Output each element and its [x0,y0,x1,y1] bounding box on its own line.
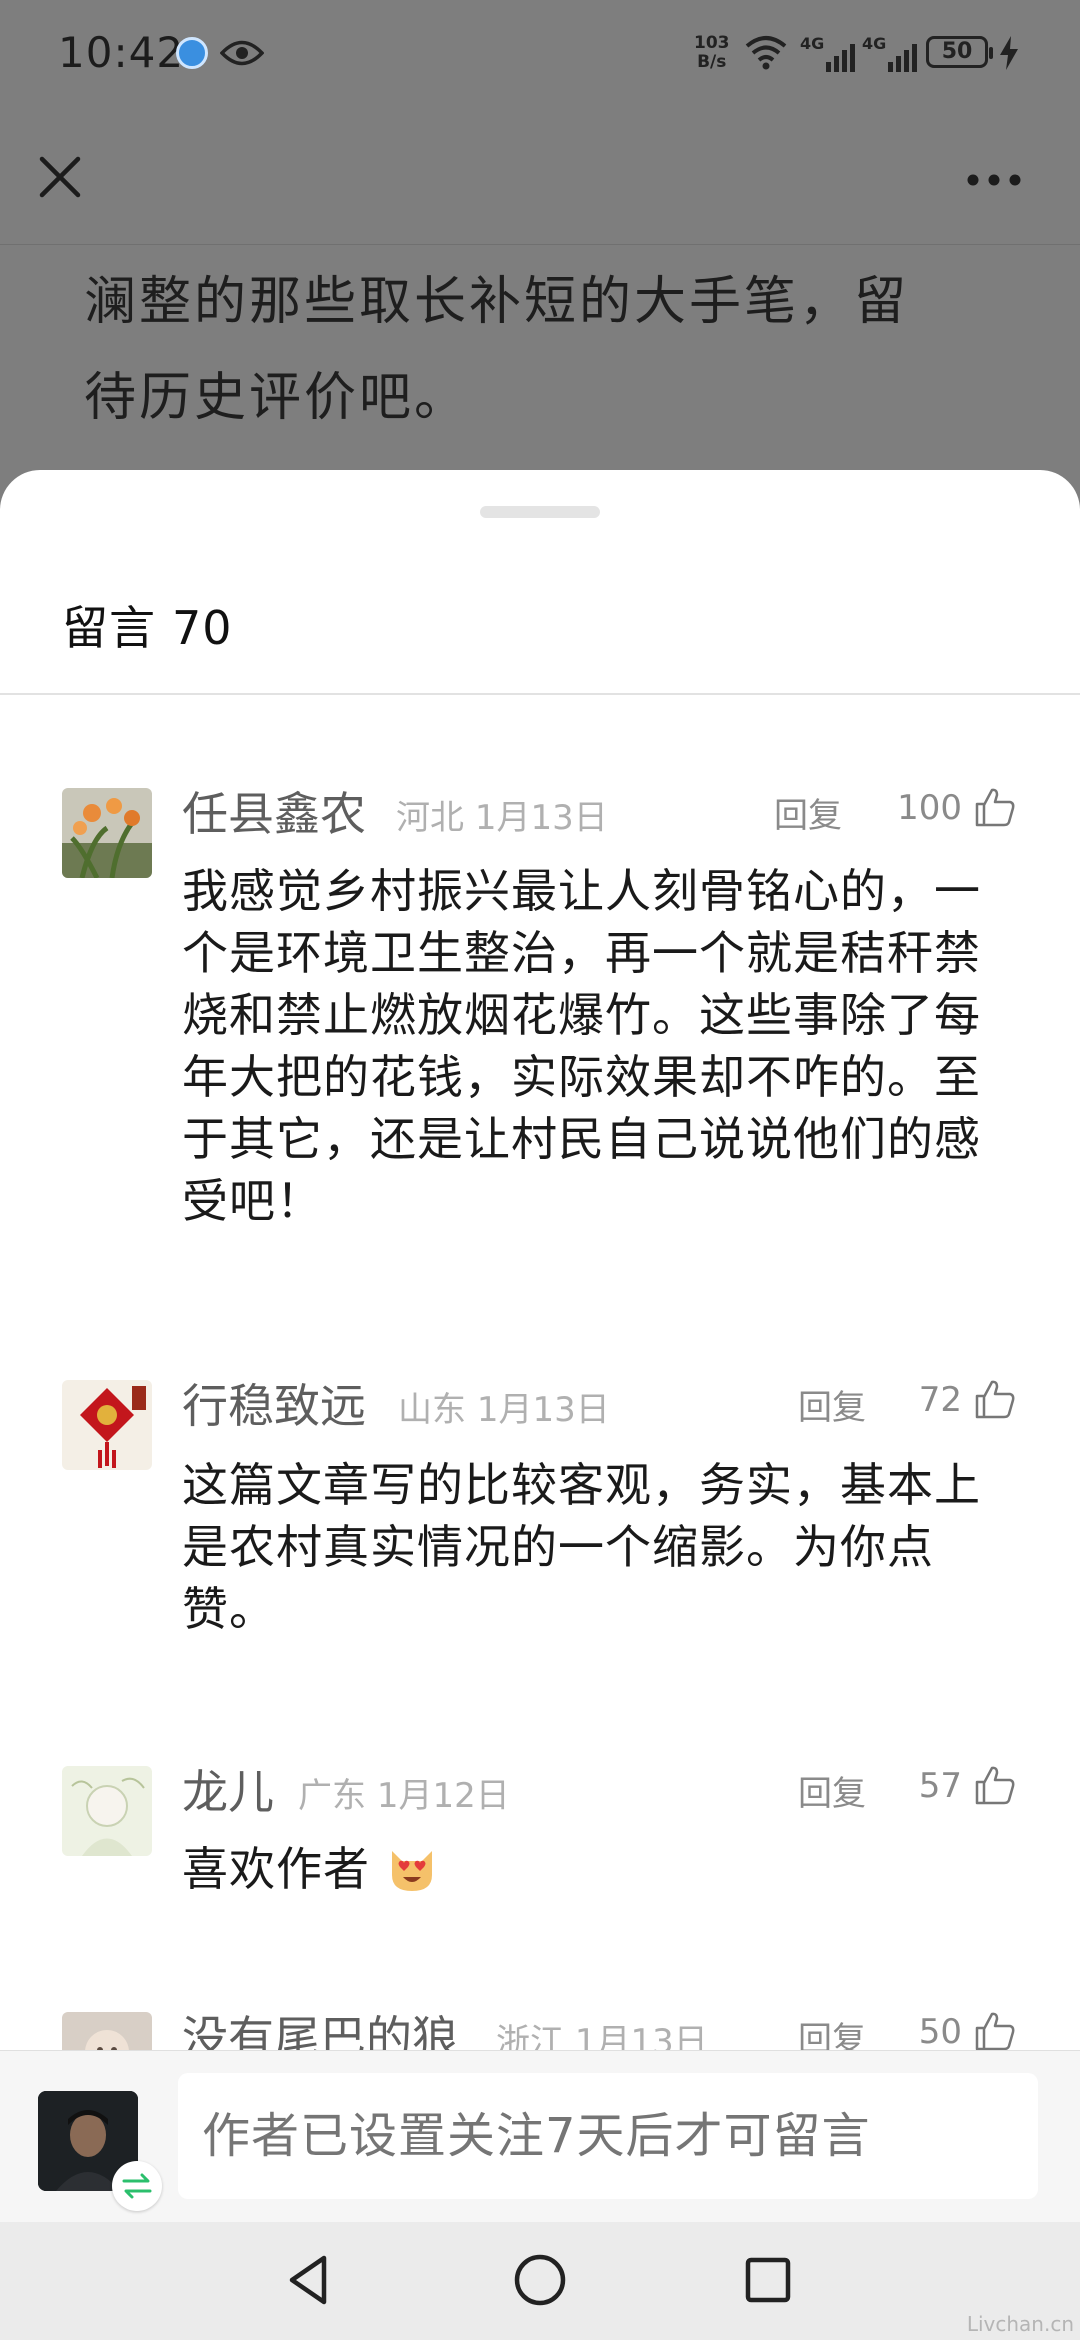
comment-input-bar [0,2050,1080,2222]
avatar[interactable] [62,1380,152,1470]
signal-icon: 4G [800,34,855,72]
more-icon[interactable] [966,173,1022,187]
eye-icon [220,40,264,66]
avatar[interactable] [62,1766,152,1856]
comment-meta: 河北 1月13日 [396,790,608,839]
comment-date: 1月12日 [376,1776,510,1816]
comment-region: 广东 [298,1776,366,1816]
comment-text: 喜欢作者 [182,1838,1002,1900]
comment-region: 山东 [398,1390,466,1430]
comments-title-label: 留言 [62,601,156,655]
like-count: 57 [918,1766,962,1806]
comment-meta: 广东 1月12日 [298,1768,510,1817]
article-backdrop: 10:42 103 B/s 4G 4G 50 澜整的那些取长补短的大手笔，留 待… [0,0,1080,520]
signal-label: 4G [800,34,825,53]
flower-avatar-image [62,788,152,878]
article-line: 待历史评价吧。 [84,368,470,428]
battery-level: 50 [941,39,973,64]
comment-text: 这篇文章写的比较客观，务实，基本上是农村真实情况的一个缩影。为你点赞。 [182,1458,981,1636]
status-time: 10:42 [58,28,185,77]
comment-region: 浙江 [496,2022,564,2050]
comments-title: 留言 70 [62,592,233,658]
watermark-text: Livchan.cn [966,2312,1074,2336]
comment-meta: 浙江 1月13日 [496,2014,708,2050]
comment-text-content: 喜欢作者 [182,1842,370,1896]
thumbs-up-icon[interactable] [974,1764,1016,1806]
comments-count: 70 [172,601,233,655]
comment-meta: 山东 1月13日 [398,1382,610,1431]
avatar[interactable] [62,788,152,878]
photo-avatar-image [62,2012,152,2050]
app-notification-icon [176,37,208,69]
illustration-avatar-image [62,1766,152,1856]
comment-date: 1月13日 [574,2022,708,2050]
like-count: 72 [918,1380,962,1420]
thumbs-up-icon[interactable] [974,2010,1016,2050]
net-speed: 103 B/s [694,34,730,72]
thumbs-up-icon[interactable] [974,786,1016,828]
comment-region: 河北 [396,798,464,838]
comment-date: 1月13日 [476,1390,610,1430]
reply-button[interactable]: 回复 [774,788,842,837]
system-nav-bar: Livchan.cn [0,2222,1080,2340]
signal-label: 4G [862,34,887,53]
like-count: 100 [897,788,962,828]
net-speed-unit: B/s [697,52,727,72]
chinese-knot-avatar-image [62,1380,152,1470]
reply-button[interactable]: 回复 [798,1766,866,1815]
signal-icon: 4G [862,34,917,72]
heart-eyes-cat-emoji-icon [391,1851,432,1891]
home-circle-icon[interactable] [510,2250,570,2310]
comment-author[interactable]: 任县鑫农 [182,778,366,844]
avatar[interactable] [62,2012,152,2050]
comment-date: 1月13日 [474,798,608,838]
wifi-icon [745,36,787,70]
article-line: 澜整的那些取长补短的大手笔，留 [84,272,910,332]
swap-arrows-icon[interactable] [112,2161,162,2211]
comment-author[interactable]: 没有尾巴的狼 [182,2002,458,2050]
sheet-drag-handle[interactable] [480,506,600,518]
comments-header: 留言 70 [0,580,1080,695]
recents-square-icon[interactable] [738,2250,798,2310]
close-icon[interactable] [36,153,84,201]
comment-input[interactable] [178,2073,1038,2199]
like-count: 50 [918,2012,962,2050]
thumbs-up-icon[interactable] [974,1378,1016,1420]
comments-sheet: 留言 70 任县鑫农 河北 1月13日 回复 100 我感觉乡村振兴最让人刻骨铭心… [0,470,1080,2050]
article-text: 澜整的那些取长补短的大手笔，留 待历史评价吧。 [84,254,1014,446]
comment-author[interactable]: 龙儿 [182,1756,274,1822]
reply-button[interactable]: 回复 [798,2012,866,2050]
battery-icon: 50 [926,36,993,68]
status-bar: 10:42 103 B/s 4G 4G 50 [0,0,1080,105]
comment-author[interactable]: 行稳致远 [182,1370,366,1436]
reply-button[interactable]: 回复 [798,1380,866,1429]
comment-text: 我感觉乡村振兴最让人刻骨铭心的，一个是环境卫生整治，再一个就是秸秆禁烧和禁止燃放… [182,864,981,1228]
net-speed-value: 103 [694,33,730,53]
charging-bolt-icon [1000,36,1018,70]
top-nav [0,105,1080,245]
back-triangle-icon[interactable] [280,2250,340,2310]
